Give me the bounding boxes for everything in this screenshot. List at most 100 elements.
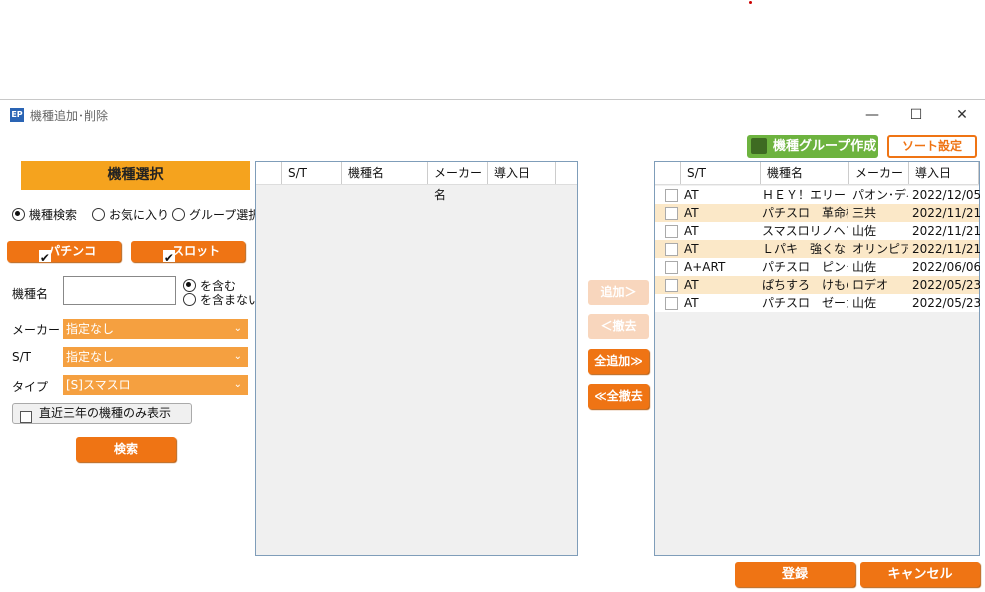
radio-icon xyxy=(183,293,196,306)
radio-icon xyxy=(92,208,105,221)
type-label: タイプ xyxy=(12,380,49,394)
row-checkbox[interactable] xyxy=(665,279,678,292)
model-name-input[interactable] xyxy=(63,276,176,305)
result-list-header: S/T 機種名 メーカー名 導入日 xyxy=(256,162,577,202)
cell-name: パチスロ ピンクパ xyxy=(762,260,848,274)
search-button[interactable]: 検索 xyxy=(76,437,176,462)
red-dot-marker xyxy=(749,1,752,4)
cell-st: AT xyxy=(684,224,699,238)
recent-only-checkbox[interactable]: 直近三年の機種のみ表示 xyxy=(12,403,192,424)
radio-icon xyxy=(12,208,25,221)
remove-button[interactable]: ＜撤去 xyxy=(588,314,649,339)
column-name[interactable]: 機種名 xyxy=(761,162,849,184)
slot-toggle[interactable]: スロット xyxy=(131,241,245,269)
cell-name: ぱちすろ けものフ xyxy=(762,278,848,292)
search-result-list[interactable]: S/T 機種名 メーカー名 導入日 xyxy=(255,161,578,556)
checkbox-icon xyxy=(20,410,32,423)
pachinko-toggle[interactable]: パチンコ xyxy=(7,241,121,269)
table-row[interactable]: A+ART パチスロ ピンクパ山佐 2022/06/06 xyxy=(655,258,980,276)
model-name-label: 機種名 xyxy=(12,287,49,301)
cell-name: スマスロリノヘブン xyxy=(762,224,848,238)
column-name[interactable]: 機種名 xyxy=(342,162,428,184)
row-checkbox[interactable] xyxy=(665,261,678,274)
cell-maker: パオン･ディー xyxy=(852,188,908,202)
cell-maker: ロデオ xyxy=(852,278,889,292)
register-button[interactable]: 登録 xyxy=(735,562,855,587)
table-row[interactable]: AT パチスロ ゼーガペ山佐 2022/05/23 xyxy=(655,294,980,312)
close-button[interactable]: ✕ xyxy=(939,102,985,128)
cell-maker: 山佐 xyxy=(852,260,877,274)
checkbox-icon xyxy=(162,248,175,269)
radio-icon xyxy=(172,208,185,221)
cell-name: ＨＥＹ！エリート xyxy=(762,188,848,202)
add-button[interactable]: 追加＞ xyxy=(588,280,649,305)
chevron-down-icon: ⌄ xyxy=(233,323,242,334)
cell-name: Ｌパキ 強くなりた xyxy=(762,242,848,256)
cancel-button[interactable]: キャンセル xyxy=(860,562,980,587)
st-dropdown[interactable]: 指定なし ⌄ xyxy=(63,347,248,367)
search-mode-radio-keyword[interactable]: 機種検索 xyxy=(12,206,77,223)
table-row[interactable]: AT Ｌパキ 強くなりたオリンピア 2022/11/21 xyxy=(655,240,980,258)
cell-st: AT xyxy=(684,242,699,256)
search-mode-radio-favorites[interactable]: お気に入り xyxy=(92,206,169,223)
cell-maker: 山佐 xyxy=(852,224,877,238)
cell-date: 2022/11/21 xyxy=(912,224,980,238)
cell-st: AT xyxy=(684,188,699,202)
selected-model-list[interactable]: S/T 機種名 メーカー名 導入日 AT ＨＥＹ！エリートパオン･ディー 2022/… xyxy=(654,161,980,556)
column-maker[interactable]: メーカー名 xyxy=(428,162,488,202)
search-mode-radio-group[interactable]: グループ選択 xyxy=(172,206,260,223)
group-create-button[interactable]: 機種グループ作成 xyxy=(747,135,878,158)
row-checkbox[interactable] xyxy=(665,189,678,202)
row-checkbox[interactable] xyxy=(665,225,678,238)
dialog-window: EP 機種追加･削除 — ☐ ✕ 機種グループ作成 ソート設定 機種選択 機種検… xyxy=(0,99,985,592)
table-row[interactable]: AT ＨＥＹ！エリートパオン･ディー 2022/12/05 xyxy=(655,186,980,204)
column-date[interactable]: 導入日 xyxy=(488,162,556,184)
maximize-button[interactable]: ☐ xyxy=(893,102,939,128)
checkbox-icon xyxy=(38,248,51,269)
group-icon xyxy=(751,138,767,154)
selected-list-header: S/T 機種名 メーカー名 導入日 xyxy=(655,162,979,202)
cell-date: 2022/05/23 xyxy=(912,278,980,292)
cell-date: 2022/11/21 xyxy=(912,242,980,256)
column-maker[interactable]: メーカー名 xyxy=(849,162,909,202)
maker-dropdown[interactable]: 指定なし ⌄ xyxy=(63,319,248,339)
row-checkbox[interactable] xyxy=(665,243,678,256)
cell-st: AT xyxy=(684,296,699,310)
title-bar: EP 機種追加･削除 — ☐ ✕ xyxy=(0,100,985,130)
table-row[interactable]: AT スマスロリノヘブン山佐 2022/11/21 xyxy=(655,222,980,240)
cell-name: パチスロ ゼーガペ xyxy=(762,296,848,310)
cell-date: 2022/05/23 xyxy=(912,296,980,310)
window-title: 機種追加･削除 xyxy=(30,109,109,123)
cell-date: 2022/06/06 xyxy=(912,260,980,274)
column-st[interactable]: S/T xyxy=(681,162,761,184)
cell-st: A+ART xyxy=(684,260,726,274)
row-checkbox[interactable] xyxy=(665,297,678,310)
cell-date: 2022/12/05 xyxy=(912,188,980,202)
minimize-button[interactable]: — xyxy=(849,102,895,128)
add-all-button[interactable]: 全追加≫ xyxy=(588,349,649,374)
column-check xyxy=(655,162,681,184)
exclude-radio[interactable]: を含まない xyxy=(183,291,260,308)
column-st[interactable]: S/T xyxy=(282,162,342,184)
chevron-down-icon: ⌄ xyxy=(233,379,242,390)
chevron-down-icon: ⌄ xyxy=(233,351,242,362)
table-row[interactable]: AT ぱちすろ けものフロデオ 2022/05/23 xyxy=(655,276,980,294)
sort-setting-button[interactable]: ソート設定 xyxy=(887,135,977,158)
cell-st: AT xyxy=(684,278,699,292)
type-dropdown[interactable]: [S]スマスロ ⌄ xyxy=(63,375,248,395)
model-select-header: 機種選択 xyxy=(21,161,250,190)
remove-all-button[interactable]: ≪全撤去 xyxy=(588,384,649,409)
column-check xyxy=(256,162,282,184)
group-create-label: 機種グループ作成 xyxy=(773,139,877,154)
cell-maker: 山佐 xyxy=(852,296,877,310)
cell-maker: 三共 xyxy=(852,206,877,220)
row-checkbox[interactable] xyxy=(665,207,678,220)
maker-label: メーカー xyxy=(12,323,61,337)
app-icon: EP xyxy=(10,108,24,122)
cell-date: 2022/11/21 xyxy=(912,206,980,220)
table-row[interactable]: AT パチスロ 革命機三共 2022/11/21 xyxy=(655,204,980,222)
cell-name: パチスロ 革命機 xyxy=(762,206,848,220)
cell-maker: オリンピア xyxy=(852,242,908,256)
column-date[interactable]: 導入日 xyxy=(909,162,979,184)
st-label: S/T xyxy=(12,350,31,364)
